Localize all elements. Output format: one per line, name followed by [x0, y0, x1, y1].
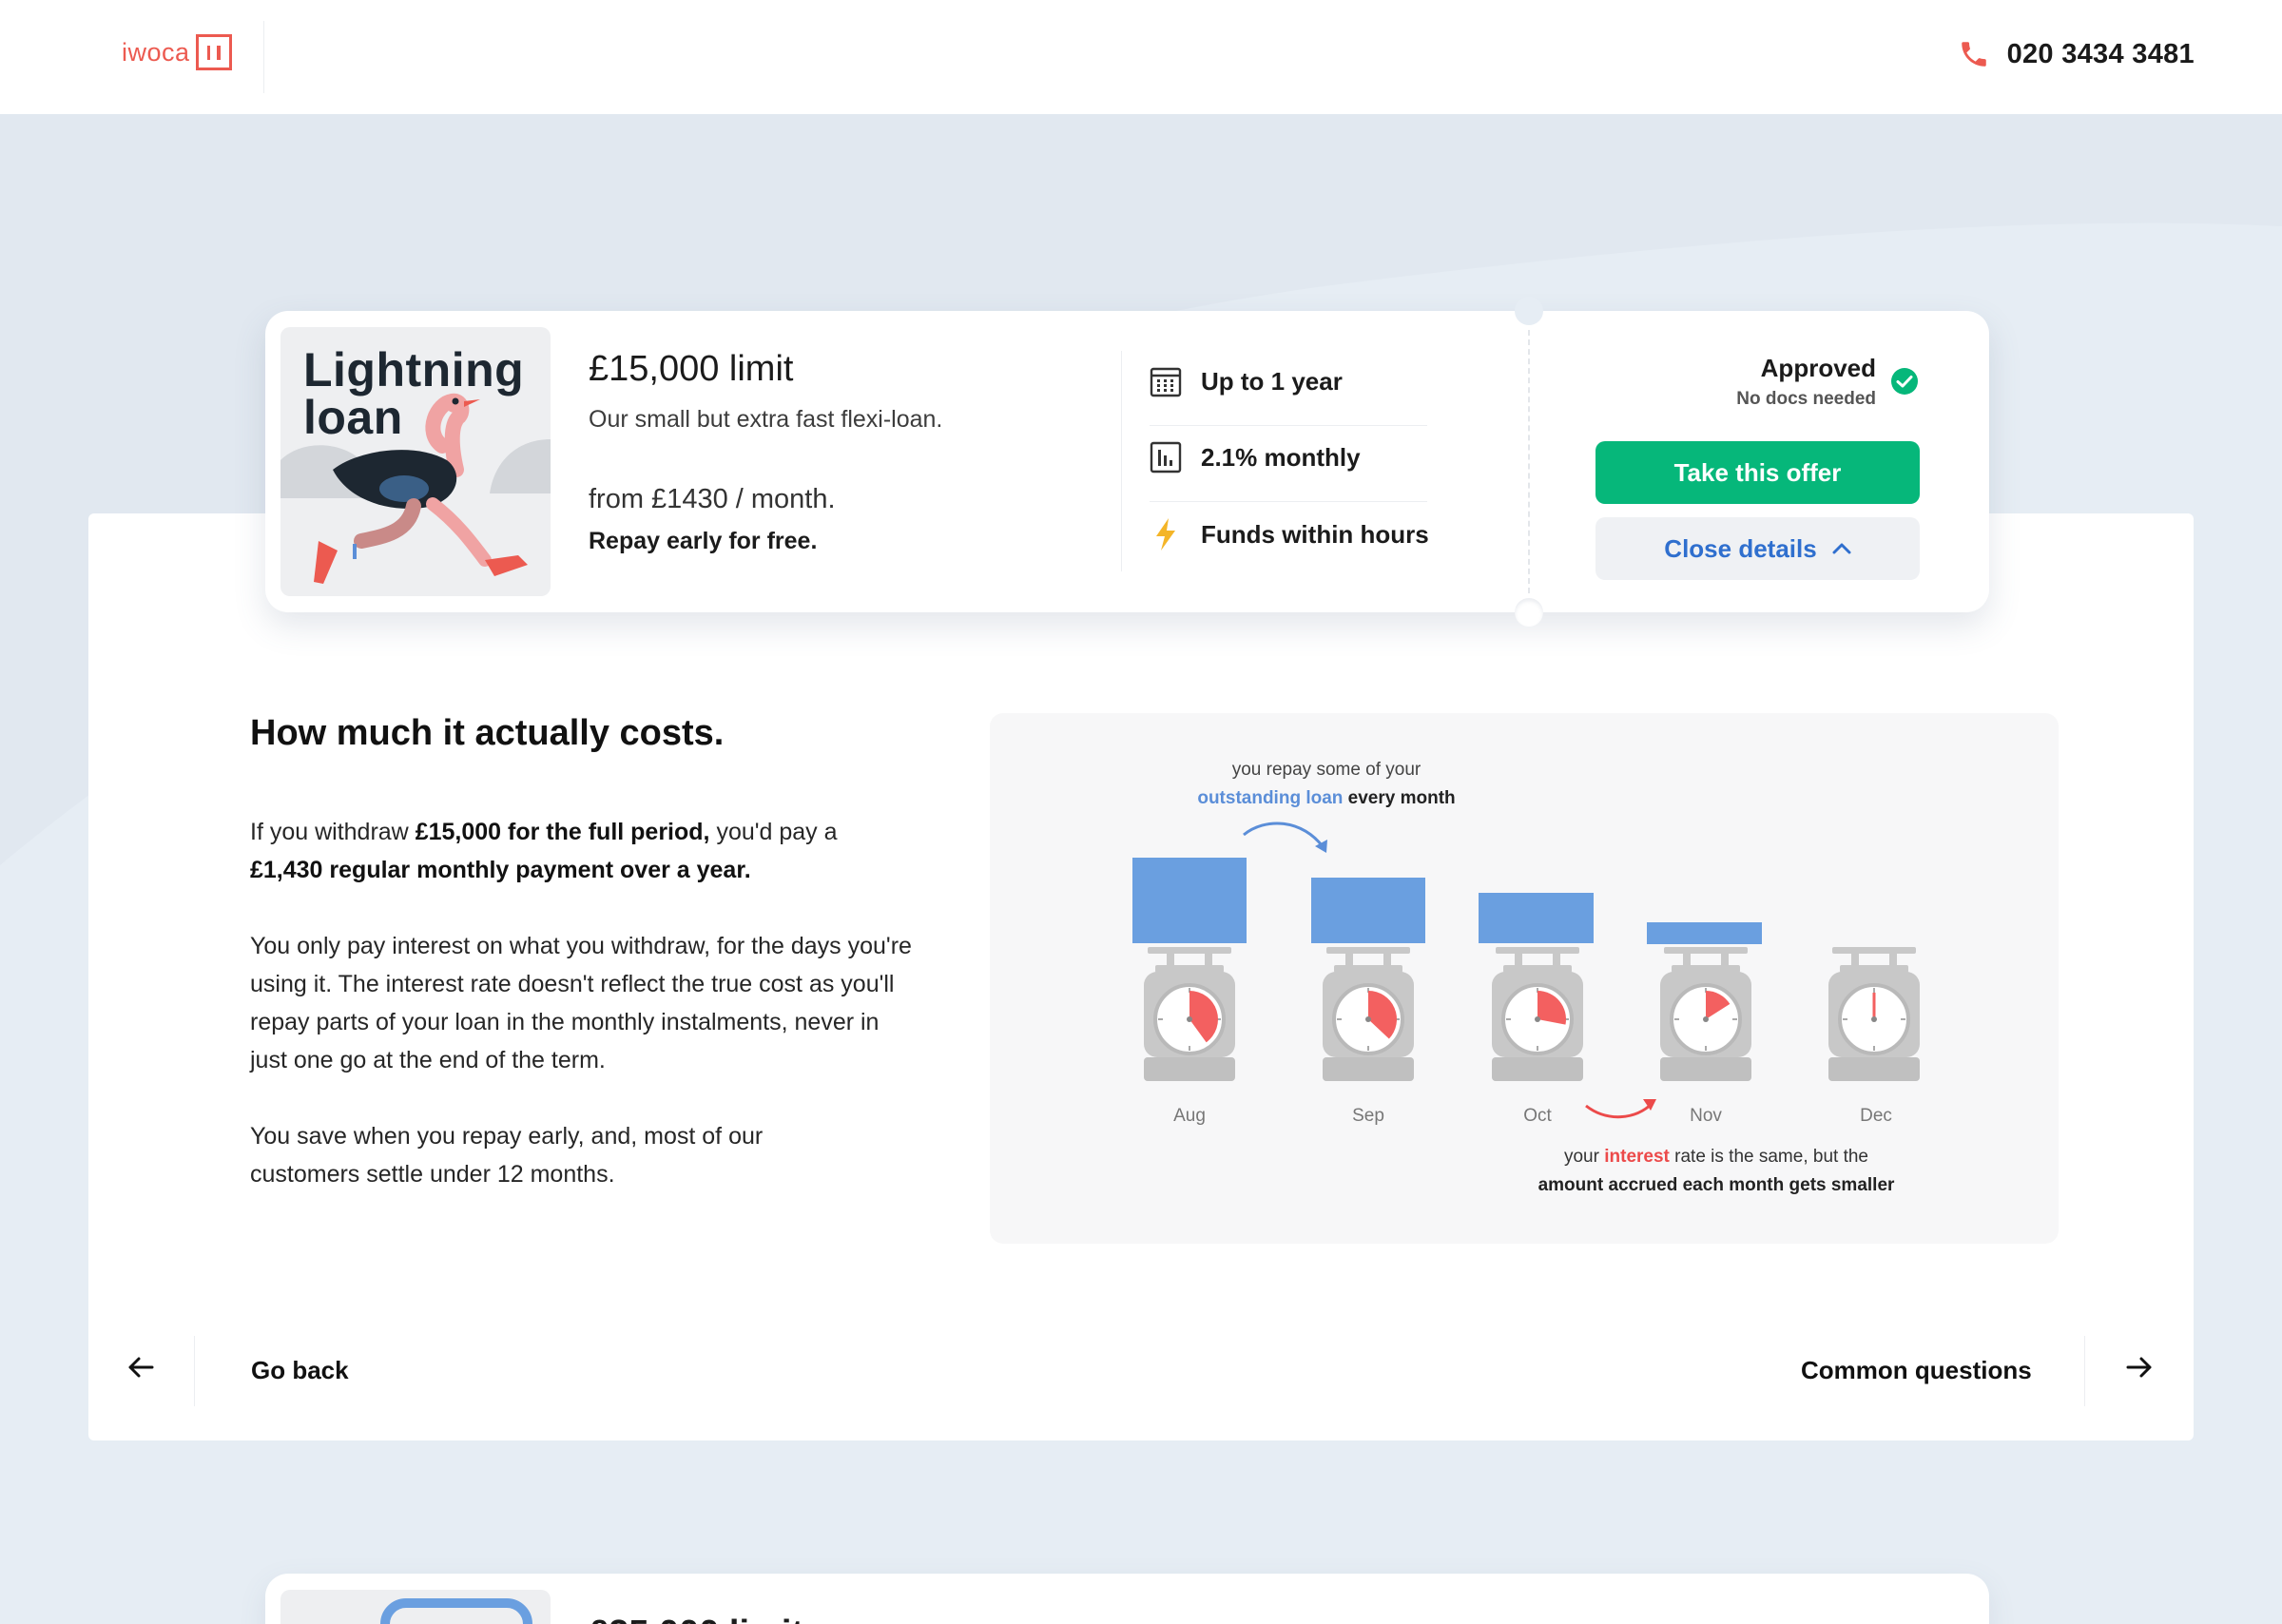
- approved-subtitle: No docs needed: [1736, 389, 1876, 409]
- common-questions-link[interactable]: Common questions: [1801, 1356, 2032, 1385]
- product-name: Lightning loan: [303, 346, 524, 441]
- outstanding-loan-highlight: outstanding loan: [1197, 788, 1344, 808]
- ticket-divider: [1528, 330, 1530, 593]
- logo-mark-icon: [195, 34, 232, 70]
- take-offer-button[interactable]: Take this offer: [1595, 441, 1920, 504]
- feature-rate-label: 2.1% monthly: [1201, 442, 1361, 472]
- next-loan-limit: £25,000 limit: [589, 1614, 803, 1624]
- top-caption-line1: you repay some of your: [1231, 760, 1421, 780]
- costs-paragraph-1: If you withdraw £15,000 for the full per…: [250, 813, 916, 889]
- bottom-caption-a: your: [1563, 1147, 1605, 1167]
- arrow-left-icon[interactable]: [126, 1353, 155, 1382]
- month-label: Aug: [1173, 1106, 1206, 1126]
- close-details-button[interactable]: Close details: [1595, 517, 1920, 580]
- diagram-top-caption: you repay some of your outstanding loan …: [1189, 756, 1464, 813]
- loan-subtitle: Our small but extra fast flexi-loan.: [589, 406, 943, 433]
- repay-note: Repay early for free.: [589, 528, 818, 554]
- nav-divider: [2084, 1336, 2085, 1406]
- p1-text-c: you'd pay a: [709, 819, 838, 845]
- top-caption-line2: outstanding loan every month: [1189, 784, 1464, 813]
- product-illustration: Lightning loan: [280, 327, 551, 596]
- phone-contact[interactable]: 020 3434 3481: [1958, 38, 2195, 70]
- go-back-link[interactable]: Go back: [251, 1356, 349, 1385]
- month-label: Sep: [1352, 1106, 1384, 1126]
- phone-number: 020 3434 3481: [2006, 38, 2195, 69]
- month-label: Oct: [1523, 1106, 1552, 1126]
- diagram-bottom-caption: your interest rate is the same, but the …: [1498, 1143, 1935, 1200]
- feature-term: Up to 1 year: [1150, 365, 1343, 397]
- costs-paragraph-2: You only pay interest on what you withdr…: [250, 933, 912, 1073]
- next-offer-card: £25,000 limit: [265, 1574, 1989, 1624]
- bottom-caption-c: amount accrued each month gets smaller: [1537, 1175, 1895, 1195]
- top-caption-tail: every month: [1343, 788, 1456, 808]
- feature-rate: 2.1% monthly: [1150, 441, 1361, 474]
- close-details-label: Close details: [1664, 533, 1817, 563]
- bottom-caption-line2: amount accrued each month gets smaller: [1498, 1171, 1935, 1200]
- next-product-illustration: [280, 1590, 551, 1624]
- approved-title: Approved: [1760, 354, 1876, 382]
- product-name-line2: loan: [303, 391, 403, 444]
- lightning-icon: [1156, 518, 1175, 551]
- feature-divider: [1121, 351, 1122, 571]
- offer-card: Lightning loan £15,000 limit Our small b…: [265, 297, 1989, 627]
- feature-speed: Funds within hours: [1150, 517, 1429, 551]
- month-label: Nov: [1690, 1106, 1722, 1126]
- interest-highlight: interest: [1604, 1147, 1670, 1167]
- feature-separator: [1150, 501, 1427, 502]
- check-circle-icon: [1891, 368, 1918, 395]
- costs-paragraph-3: You save when you repay early, and, most…: [250, 1123, 764, 1188]
- monthly-price: from £1430 / month.: [589, 484, 836, 514]
- chevron-up-icon: [1832, 543, 1851, 554]
- approval-status: Approved No docs needed: [1736, 354, 1876, 410]
- ticket-notch-top: [1515, 297, 1543, 325]
- feature-term-label: Up to 1 year: [1201, 366, 1343, 396]
- p1-payment: £1,430 regular monthly payment over a ye…: [250, 857, 751, 883]
- bottom-caption-b: rate is the same, but the: [1669, 1147, 1868, 1167]
- product-name-line1: Lightning: [303, 343, 525, 396]
- next-illustration: [380, 1598, 532, 1624]
- costs-heading: How much it actually costs.: [250, 713, 725, 753]
- month-label: Dec: [1860, 1106, 1892, 1126]
- arrow-right-icon[interactable]: [2125, 1353, 2154, 1382]
- logo-text: iwoca: [122, 37, 190, 67]
- p1-text-a: If you withdraw: [250, 819, 416, 845]
- top-header: iwoca 020 3434 3481: [0, 0, 2282, 114]
- iwoca-logo[interactable]: iwoca: [122, 34, 232, 70]
- p1-amount: £15,000 for the full period,: [415, 819, 710, 845]
- header-divider: [263, 21, 264, 93]
- chart-icon: [1150, 441, 1182, 474]
- feature-speed-label: Funds within hours: [1201, 519, 1429, 549]
- loan-limit: £15,000 limit: [589, 349, 794, 389]
- ticket-notch-bottom: [1515, 598, 1543, 627]
- calendar-icon: [1150, 367, 1182, 397]
- nav-divider: [194, 1336, 195, 1406]
- bottom-caption-line1: your interest rate is the same, but the: [1498, 1143, 1935, 1171]
- phone-icon: [1961, 42, 1986, 67]
- feature-separator: [1150, 425, 1427, 426]
